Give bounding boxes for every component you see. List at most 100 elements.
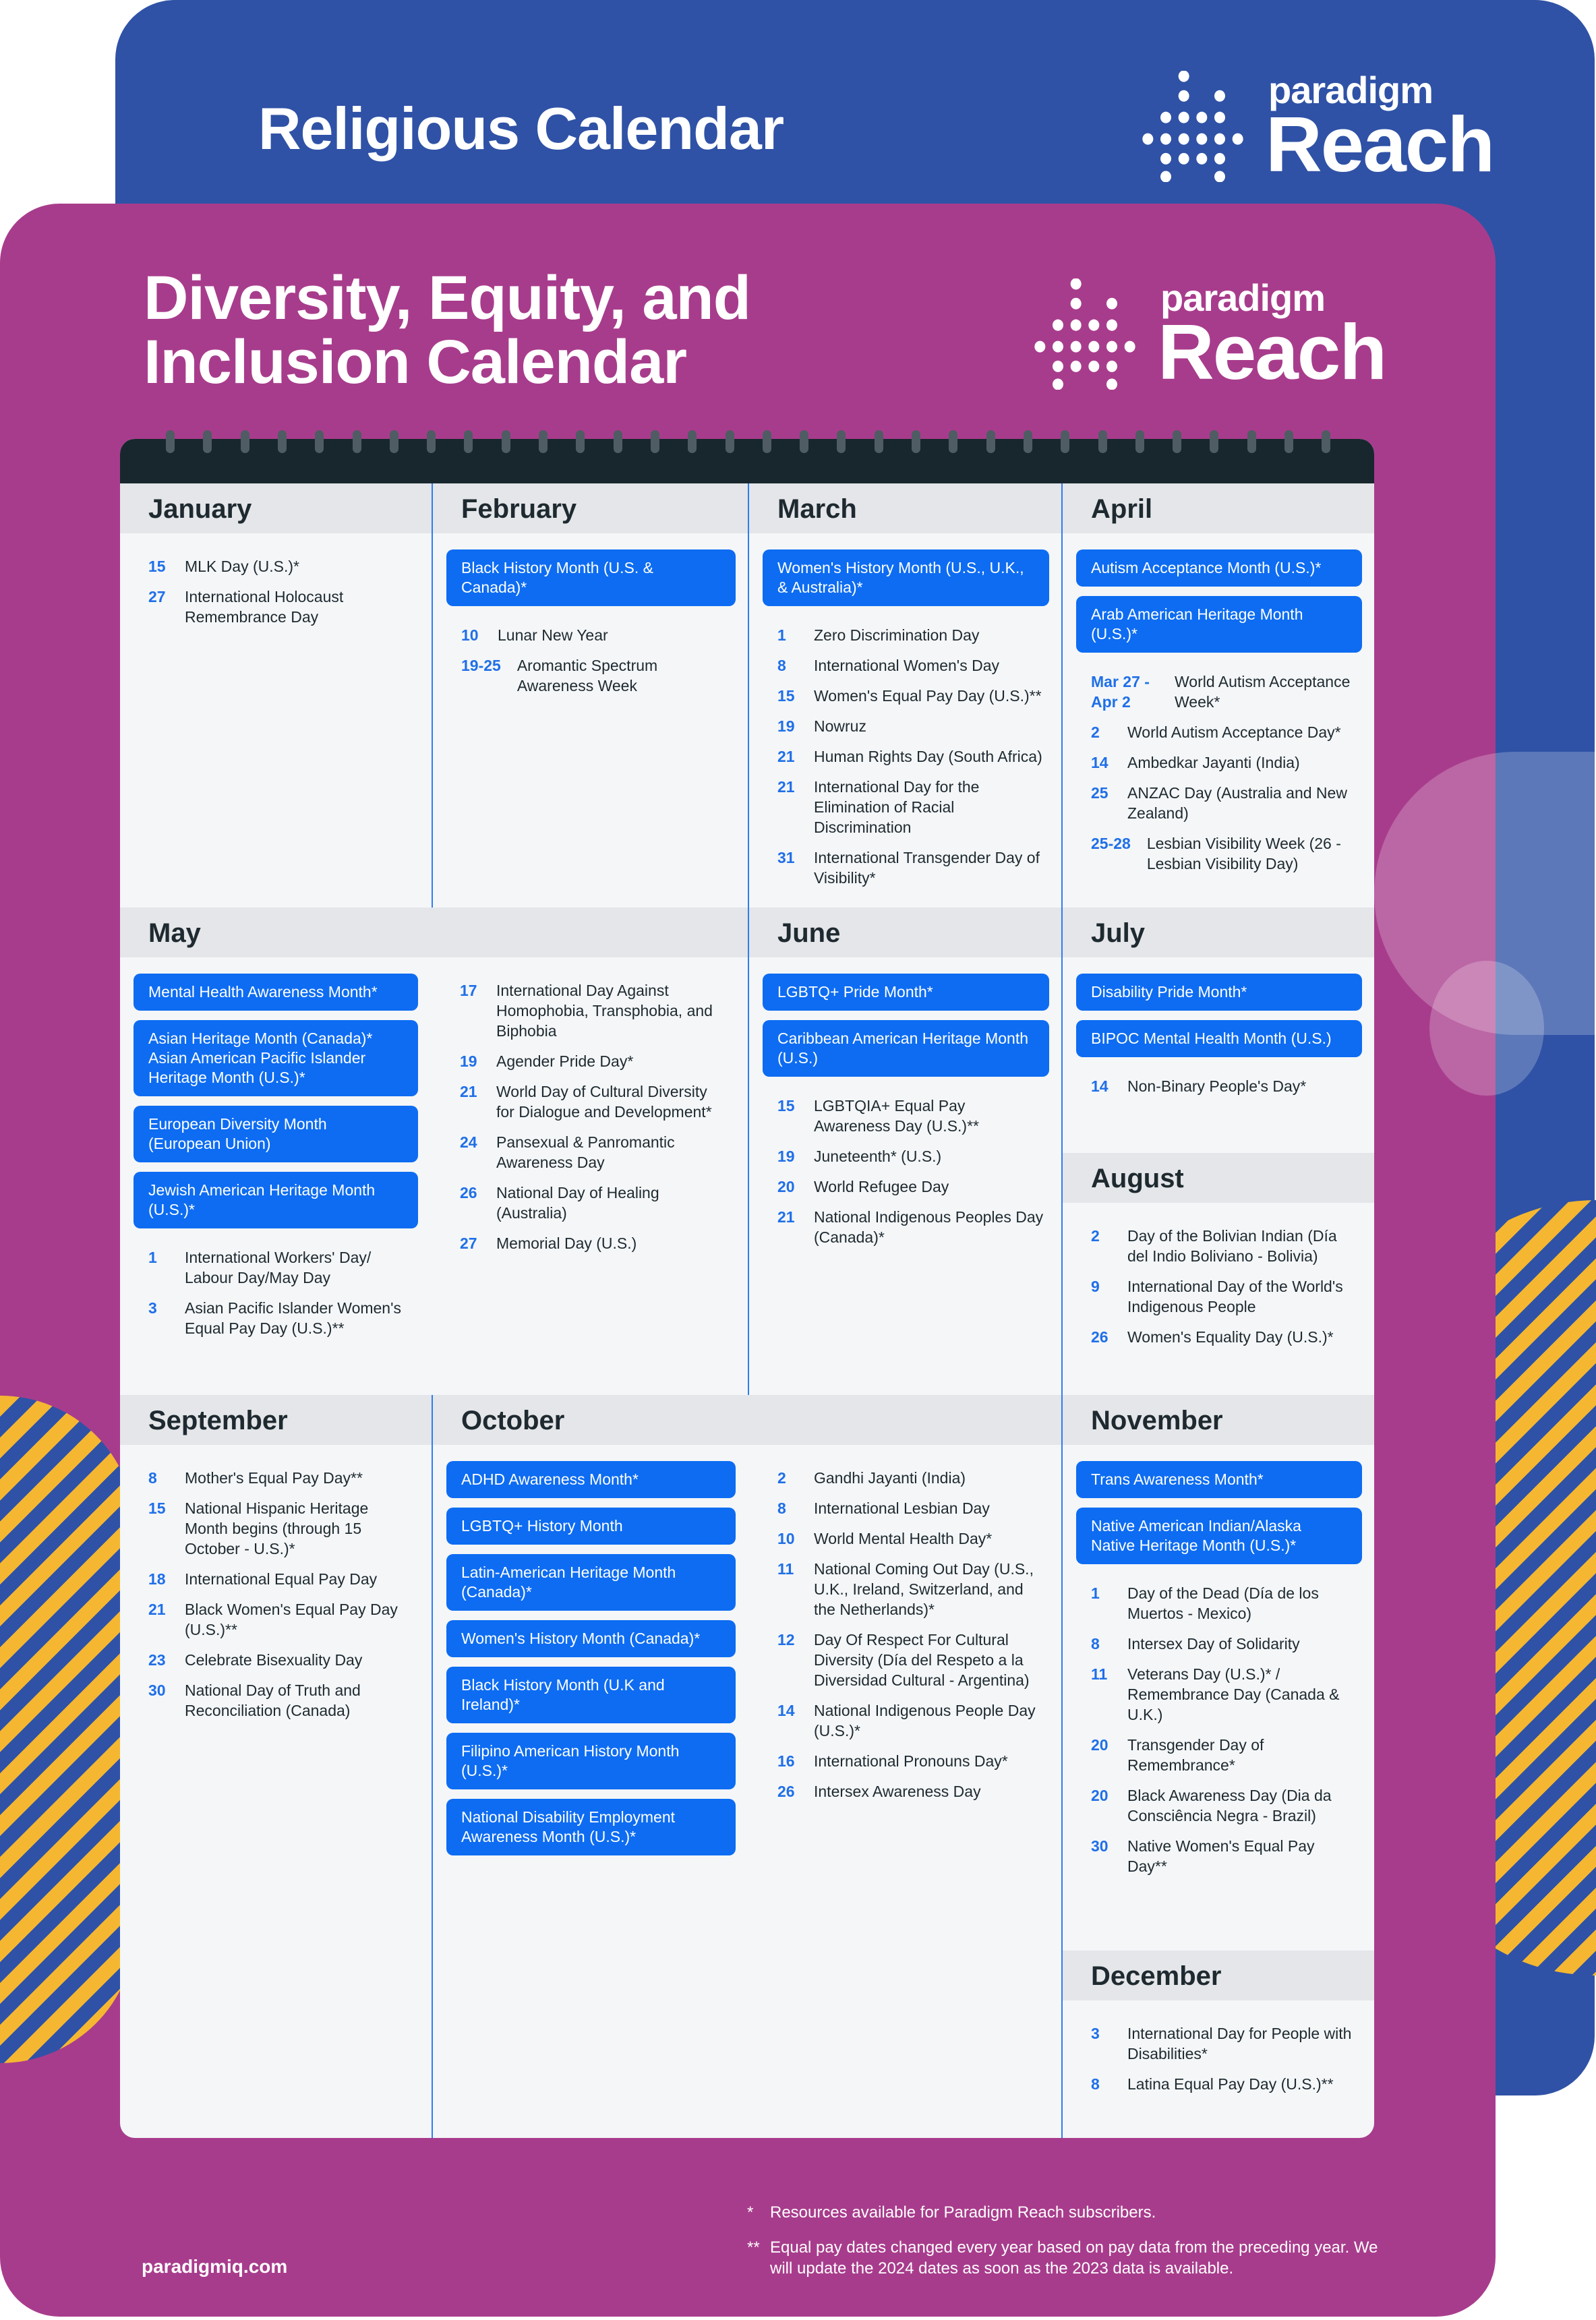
event-date: 19 [777,1148,795,1165]
observance-month-badge[interactable]: Jewish American Heritage Month (U.S.)* [134,1172,418,1228]
event-item[interactable]: 10 Lunar New Year [433,625,749,645]
logo-dot [1088,360,1100,372]
event-label: MLK Day (U.S.)* [185,558,299,575]
event-item[interactable]: 14 Ambedkar Jayanti (India) [1063,752,1374,773]
event-label: International Day for the Elimination of… [814,778,980,836]
observance-month-badge[interactable]: Arab American Heritage Month (U.S.)* [1076,596,1362,653]
event-item[interactable]: 21 International Day for the Elimination … [749,777,1063,837]
observance-month-badge[interactable]: LGBTQ+ History Month [446,1508,736,1545]
event-item[interactable]: 15 MLK Day (U.S.)* [120,556,432,576]
month-column: LGBTQ+ Pride Month* Caribbean American He… [749,957,1063,1395]
event-item[interactable]: 19-25 Aromantic Spectrum Awareness Week [433,655,749,696]
event-item[interactable]: 8 Mother's Equal Pay Day** [120,1468,432,1488]
month-may: May Mental Health Awareness Month* Asian H… [120,908,748,1395]
observance-month-badge[interactable]: European Diversity Month (European Union… [134,1106,418,1162]
event-item[interactable]: 30 Native Women's Equal Pay Day** [1063,1836,1374,1876]
event-item[interactable]: 26 Women's Equality Day (U.S.)* [1063,1327,1374,1347]
event-item[interactable]: 2 World Autism Acceptance Day* [1063,722,1374,742]
event-item[interactable]: 31 International Transgender Day of Visib… [749,847,1063,888]
observance-month-badge[interactable]: Autism Acceptance Month (U.S.)* [1076,549,1362,587]
event-date: 14 [777,1702,795,1719]
event-item[interactable]: 17 International Day Against Homophobia, … [432,980,748,1041]
observance-month-badge[interactable]: Mental Health Awareness Month* [134,974,418,1011]
event-item[interactable]: 20 Black Awareness Day (Dia da Consciênci… [1063,1785,1374,1826]
event-item[interactable]: 2 Gandhi Jayanti (India) [749,1468,1063,1488]
observance-month-badge[interactable]: Filipino American History Month (U.S.)* [446,1733,736,1789]
event-item[interactable]: 1 Zero Discrimination Day [749,625,1063,645]
event-item[interactable]: 27 International Holocaust Remembrance Da… [120,587,432,627]
observance-month-badge[interactable]: LGBTQ+ Pride Month* [763,974,1049,1011]
event-item[interactable]: 1 International Workers' Day/ Labour Day/… [120,1247,432,1288]
observance-month-badge[interactable]: ADHD Awareness Month* [446,1461,736,1498]
event-item[interactable]: 15 Women's Equal Pay Day (U.S.)** [749,686,1063,706]
event-item[interactable]: Mar 27 - Apr 2 World Autism Acceptance We… [1063,672,1374,712]
observance-month-badge[interactable]: Women's History Month (Canada)* [446,1620,736,1657]
event-item[interactable]: 27 Memorial Day (U.S.) [432,1233,748,1253]
event-item[interactable]: 25-28 Lesbian Visibility Week (26 -Lesbia… [1063,833,1374,874]
event-item[interactable]: 21 National Indigenous Peoples Day (Canad… [749,1207,1063,1247]
event-item[interactable]: 30 National Day of Truth and Reconciliati… [120,1680,432,1721]
observance-month-badge[interactable]: Black History Month (U.S. & Canada)* [446,549,736,606]
logo-dot [1070,278,1082,290]
event-item[interactable]: 8 International Women's Day [749,655,1063,676]
observance-month-badge[interactable]: Trans Awareness Month* [1076,1461,1362,1498]
event-date: 10 [777,1530,795,1547]
observance-month-badge[interactable]: Women's History Month (U.S., U.K., & Aus… [763,549,1049,606]
event-item[interactable]: 3 Asian Pacific Islander Women's Equal Pa… [120,1298,432,1338]
event-item[interactable]: 19 Juneteenth* (U.S.) [749,1146,1063,1166]
observance-month-badge[interactable]: Asian Heritage Month (Canada)* Asian Ame… [134,1020,418,1096]
binding-ring [1135,430,1144,453]
event-item[interactable]: 8 International Lesbian Day [749,1498,1063,1518]
event-item[interactable]: 12 Day Of Respect For Cultural Diversity … [749,1630,1063,1690]
observance-month-badge[interactable]: Latin-American Heritage Month (Canada)* [446,1554,736,1611]
event-label: Intersex Awareness Day [814,1783,981,1800]
event-item[interactable]: 19 Nowruz [749,716,1063,736]
footnote-2: ** Equal pay dates changed every year ba… [747,2237,1394,2279]
event-item[interactable]: 9 International Day of the World's Indige… [1063,1276,1374,1317]
event-label: World Refugee Day [814,1178,949,1195]
logo-reach-text: Reach [1158,308,1387,396]
event-item[interactable]: 1 Day of the Dead (Día de los Muertos - M… [1063,1583,1374,1624]
event-item[interactable]: 21 World Day of Cultural Diversity for Di… [432,1081,748,1122]
observance-month-badge[interactable]: Disability Pride Month* [1076,974,1362,1011]
logo-dot [1034,340,1046,353]
event-item[interactable]: 25 ANZAC Day (Australia and New Zealand) [1063,783,1374,823]
event-item[interactable]: 11 Veterans Day (U.S.)* / Remembrance Day… [1063,1664,1374,1725]
observance-month-badge[interactable]: Caribbean American Heritage Month (U.S.) [763,1020,1049,1077]
event-item[interactable]: 26 National Day of Healing (Australia) [432,1183,748,1223]
event-item[interactable]: 23 Celebrate Bisexuality Day [120,1650,432,1670]
event-item[interactable]: 20 Transgender Day of Remembrance* [1063,1735,1374,1775]
event-item[interactable]: 3 International Day for People with Disab… [1063,2023,1374,2064]
event-item[interactable]: 8 Latina Equal Pay Day (U.S.)** [1063,2074,1374,2094]
event-item[interactable]: 15 National Hispanic Heritage Month begin… [120,1498,432,1559]
event-date: 21 [777,1208,795,1226]
event-item[interactable]: 11 National Coming Out Day (U.S., U.K., I… [749,1559,1063,1619]
binding-ring [277,430,287,453]
logo-dot [1106,340,1117,353]
observance-month-badge[interactable]: National Disability Employment Awareness… [446,1799,736,1855]
event-item[interactable]: 21 Black Women's Equal Pay Day (U.S.)** [120,1599,432,1640]
event-item[interactable]: 19 Agender Pride Day* [432,1051,748,1071]
observance-month-badge[interactable]: Black History Month (U.K and Ireland)* [446,1667,736,1723]
event-item[interactable]: 24 Pansexual & Panromantic Awareness Day [432,1132,748,1172]
event-date: 21 [148,1601,166,1618]
event-item[interactable]: 26 Intersex Awareness Day [749,1781,1063,1802]
event-item[interactable]: 16 International Pronouns Day* [749,1751,1063,1771]
event-item[interactable]: 18 International Equal Pay Day [120,1569,432,1589]
observance-month-badge[interactable]: BIPOC Mental Health Month (U.S.) [1076,1020,1362,1057]
event-item[interactable]: 14 Non-Binary People's Day* [1063,1076,1374,1096]
logo-dot [1053,360,1063,372]
event-item[interactable]: 14 National Indigenous People Day (U.S.)* [749,1700,1063,1741]
event-item[interactable]: 20 World Refugee Day [749,1177,1063,1197]
month-april: April Autism Acceptance Month (U.S.)* Arab… [1061,483,1374,908]
event-item[interactable]: 2 Day of the Bolivian Indian (Día del Ind… [1063,1226,1374,1266]
observance-month-badge[interactable]: Native American Indian/Alaska Native Her… [1076,1508,1362,1564]
event-item[interactable]: 10 World Mental Health Day* [749,1528,1063,1549]
website-link[interactable]: paradigmiq.com [142,2256,287,2278]
event-item[interactable]: 15 LGBTQIA+ Equal Pay Awareness Day (U.S.… [749,1096,1063,1136]
month-header-january: January [120,483,432,533]
event-item[interactable]: 8 Intersex Day of Solidarity [1063,1634,1374,1654]
event-item[interactable]: 21 Human Rights Day (South Africa) [749,746,1063,767]
title-line-1: Diversity, Equity, and [144,264,751,332]
logo-dot [1178,71,1189,82]
